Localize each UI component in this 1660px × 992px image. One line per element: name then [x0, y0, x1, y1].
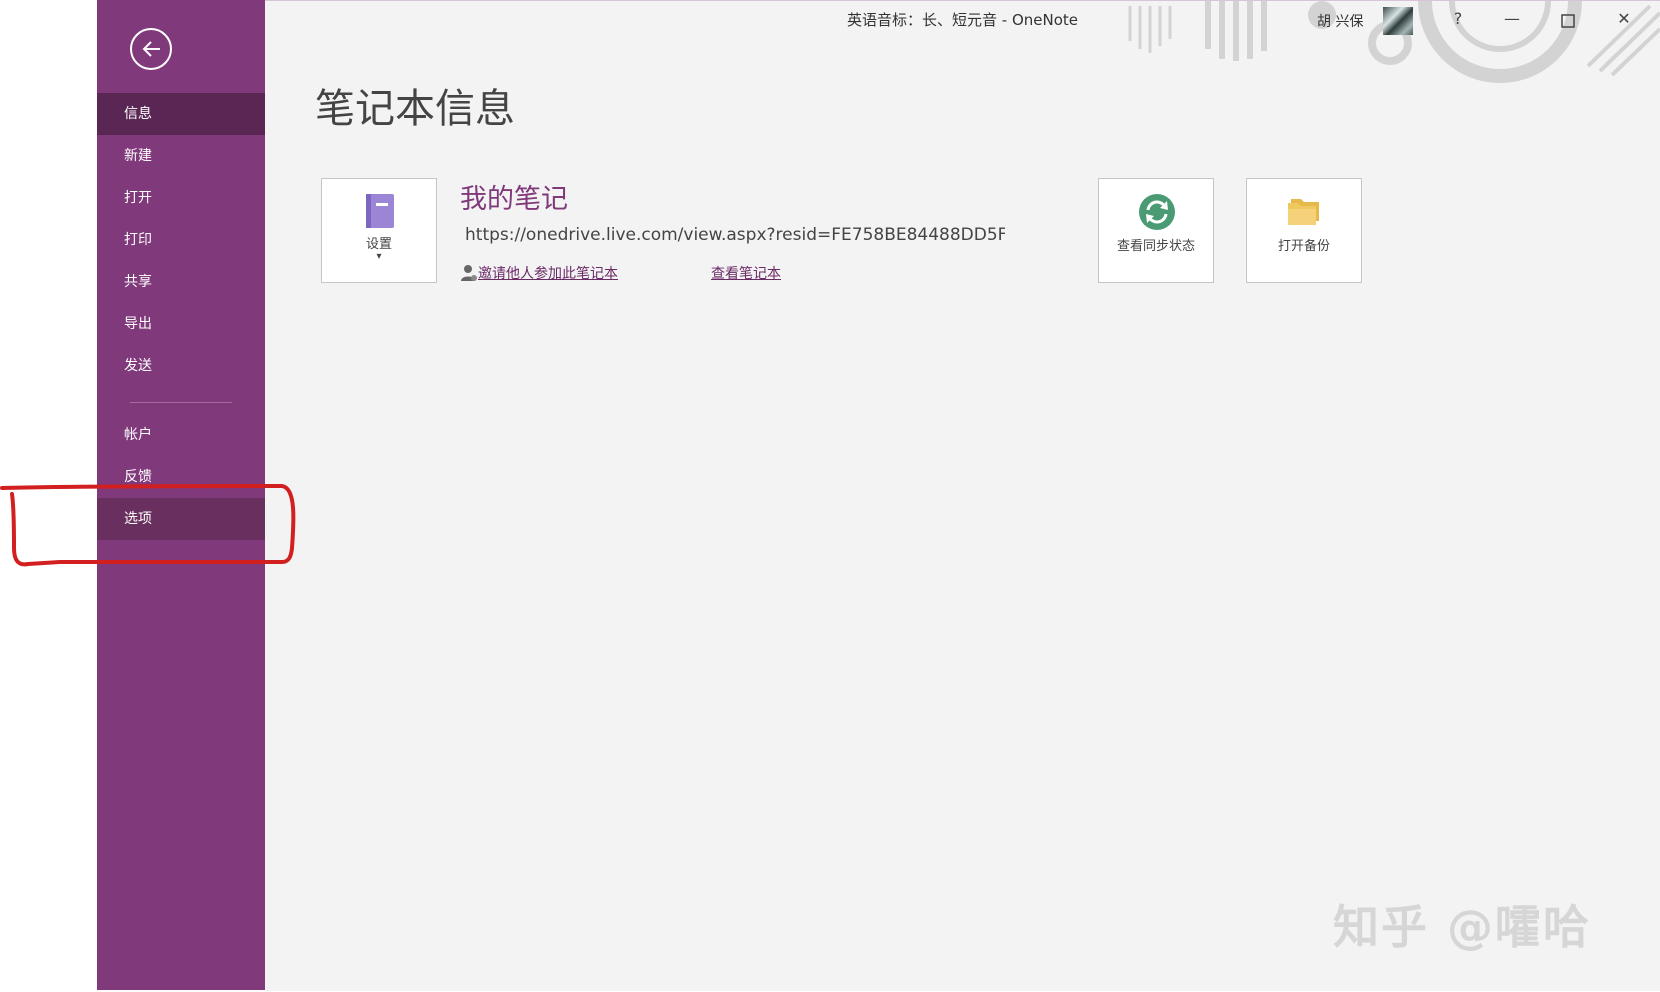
- nav-item-open[interactable]: 打开: [97, 177, 265, 219]
- annotation-highlight: [0, 484, 296, 567]
- help-button[interactable]: ?: [1445, 9, 1471, 33]
- open-backup-label: 打开备份: [1277, 239, 1330, 254]
- avatar[interactable]: [1383, 7, 1413, 35]
- content-pane: 英语音标：长、短元音 - OneNote 胡 兴保 ? — ✕ 笔记本信息 设置…: [265, 0, 1660, 991]
- notebook-name: 我的笔记: [460, 184, 568, 215]
- sync-status-label: 查看同步状态: [1116, 239, 1195, 254]
- maximize-icon: [1561, 14, 1575, 28]
- minimize-button[interactable]: —: [1499, 9, 1525, 33]
- open-backup-button[interactable]: 打开备份: [1246, 178, 1362, 283]
- nav-item-new[interactable]: 新建: [97, 135, 265, 177]
- back-arrow-icon: [142, 41, 160, 57]
- nav-item-share[interactable]: 共享: [97, 261, 265, 303]
- person-add-icon: [461, 265, 477, 281]
- notebook-url: https://onedrive.live.com/view.aspx?resi…: [465, 225, 1005, 245]
- sync-icon: [1139, 194, 1175, 230]
- nav-item-export[interactable]: 导出: [97, 303, 265, 345]
- view-notebook-link[interactable]: 查看笔记本: [711, 263, 781, 283]
- notebook-icon: [366, 194, 394, 228]
- nav-item-account[interactable]: 帐户: [97, 414, 265, 456]
- settings-button[interactable]: 设置 ▾: [321, 178, 437, 283]
- user-name[interactable]: 胡 兴保: [1317, 11, 1363, 31]
- nav-item-info[interactable]: 信息: [97, 93, 265, 135]
- nav-divider: [130, 402, 232, 403]
- settings-label: 设置: [365, 237, 392, 252]
- back-button[interactable]: [130, 28, 172, 70]
- folder-icon: [1288, 199, 1319, 225]
- nav-item-send[interactable]: 发送: [97, 345, 265, 387]
- invite-link[interactable]: 邀请他人参加此笔记本: [478, 263, 618, 283]
- close-button[interactable]: ✕: [1611, 9, 1637, 33]
- page-title: 笔记本信息: [315, 86, 515, 132]
- chevron-down-icon: ▾: [376, 251, 382, 262]
- maximize-button[interactable]: [1555, 9, 1581, 33]
- sync-status-button[interactable]: 查看同步状态: [1098, 178, 1214, 283]
- nav-item-print[interactable]: 打印: [97, 219, 265, 261]
- watermark: 知乎 @嚯哈: [1333, 900, 1592, 954]
